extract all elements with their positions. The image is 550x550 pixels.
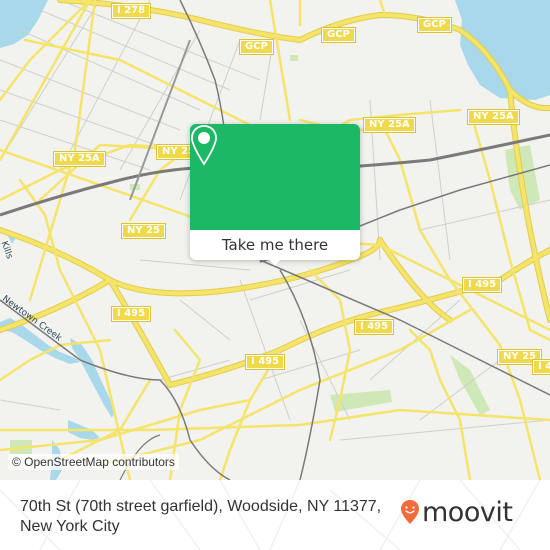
canal <box>70 338 115 418</box>
road-shield-gcp: GCP <box>239 39 274 55</box>
road-shield-ny25a: NY 25A <box>363 117 416 133</box>
road-shield-i495: I 495 <box>110 306 152 322</box>
flushing-bay <box>455 0 550 100</box>
road-shield-gcp: GCP <box>417 17 452 33</box>
road-shield-i495: I 495 <box>244 354 286 370</box>
road-shield-gcp: GCP <box>321 27 356 43</box>
take-me-there-button[interactable]: Take me there <box>190 230 360 260</box>
park-5 <box>290 55 298 61</box>
road-shield-i495: I 495 <box>531 359 550 375</box>
road-shield-ny25a: NY 25A <box>53 151 106 167</box>
map-pin-icon <box>191 125 217 166</box>
map-view[interactable]: I 278 GCP GCP GCP NY 25A NY 25A NY 25A N… <box>0 0 550 480</box>
address-text: 70th St (70th street garfield), Woodside… <box>20 498 382 535</box>
location-popup[interactable]: Take me there <box>190 124 360 266</box>
road-shield-i278: I 278 <box>110 3 152 19</box>
road-shield-ny25: NY 25 <box>120 223 167 239</box>
moovit-pin-icon <box>401 500 419 524</box>
road-shield-i495: I 495 <box>353 319 395 335</box>
map-attribution[interactable]: © OpenStreetMap contributors <box>8 454 179 470</box>
popup-pointer <box>268 258 282 266</box>
popup-header[interactable] <box>190 124 360 230</box>
footer: 70th St (70th street garfield), Woodside… <box>0 480 550 550</box>
east-river <box>0 0 48 48</box>
road-shield-i495: I 495 <box>461 277 503 293</box>
brand-name: moovit <box>422 496 513 528</box>
road-shield-ny25a: NY 25A <box>467 109 520 125</box>
moovit-logo[interactable]: moovit <box>400 492 513 532</box>
park-3 <box>450 355 490 415</box>
